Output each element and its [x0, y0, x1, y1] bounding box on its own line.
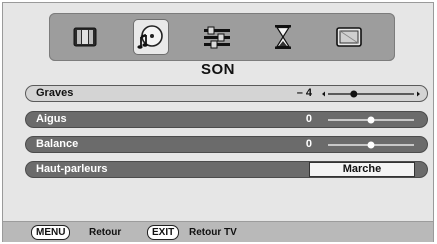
row-value: 0 [305, 113, 312, 125]
row-value: 0 [305, 138, 312, 150]
bass-slider[interactable] [316, 87, 426, 101]
row-balance[interactable]: Balance 0 [25, 136, 428, 153]
settings-sliders-icon [204, 26, 230, 49]
slider-knob [367, 141, 375, 149]
tab-picture[interactable] [67, 19, 103, 55]
screen-icon [336, 27, 362, 47]
row-label: Graves [36, 87, 74, 99]
tv-picture-icon [73, 27, 97, 47]
sound-menu-screen: SON Graves – 4 Aigus 0 Balance 0 Haut-pa… [2, 2, 434, 242]
row-haut-parleurs[interactable]: Haut-parleurs Marche [25, 161, 428, 178]
treble-slider[interactable] [316, 113, 426, 127]
slider-knob [350, 90, 358, 98]
left-arrow-icon [322, 91, 325, 97]
tab-timer[interactable] [265, 19, 301, 55]
footer-help-bar: MENU Retour EXIT Retour TV [3, 221, 433, 242]
hourglass-icon [275, 25, 291, 49]
tab-settings[interactable] [199, 19, 235, 55]
sound-icon [137, 25, 163, 49]
speakers-toggle[interactable]: Marche [309, 162, 415, 177]
row-label: Haut-parleurs [36, 163, 108, 175]
page-title: SON [200, 61, 235, 78]
right-arrow-icon [417, 91, 420, 97]
tab-sound[interactable] [133, 19, 169, 55]
menu-key-action: Retour [89, 227, 122, 238]
menu-key-badge[interactable]: MENU [31, 225, 71, 240]
row-value: – 4 [296, 87, 312, 99]
exit-key-action: Retour TV [189, 227, 237, 238]
menu-icon-bar [49, 13, 395, 61]
row-label: Balance [36, 138, 79, 150]
row-aigus[interactable]: Aigus 0 [25, 111, 428, 128]
row-graves[interactable]: Graves – 4 [25, 85, 428, 102]
slider-knob [367, 116, 375, 124]
balance-slider[interactable] [316, 138, 426, 152]
tab-screen[interactable] [331, 19, 367, 55]
exit-key-badge[interactable]: EXIT [147, 225, 180, 240]
row-label: Aigus [36, 113, 67, 125]
